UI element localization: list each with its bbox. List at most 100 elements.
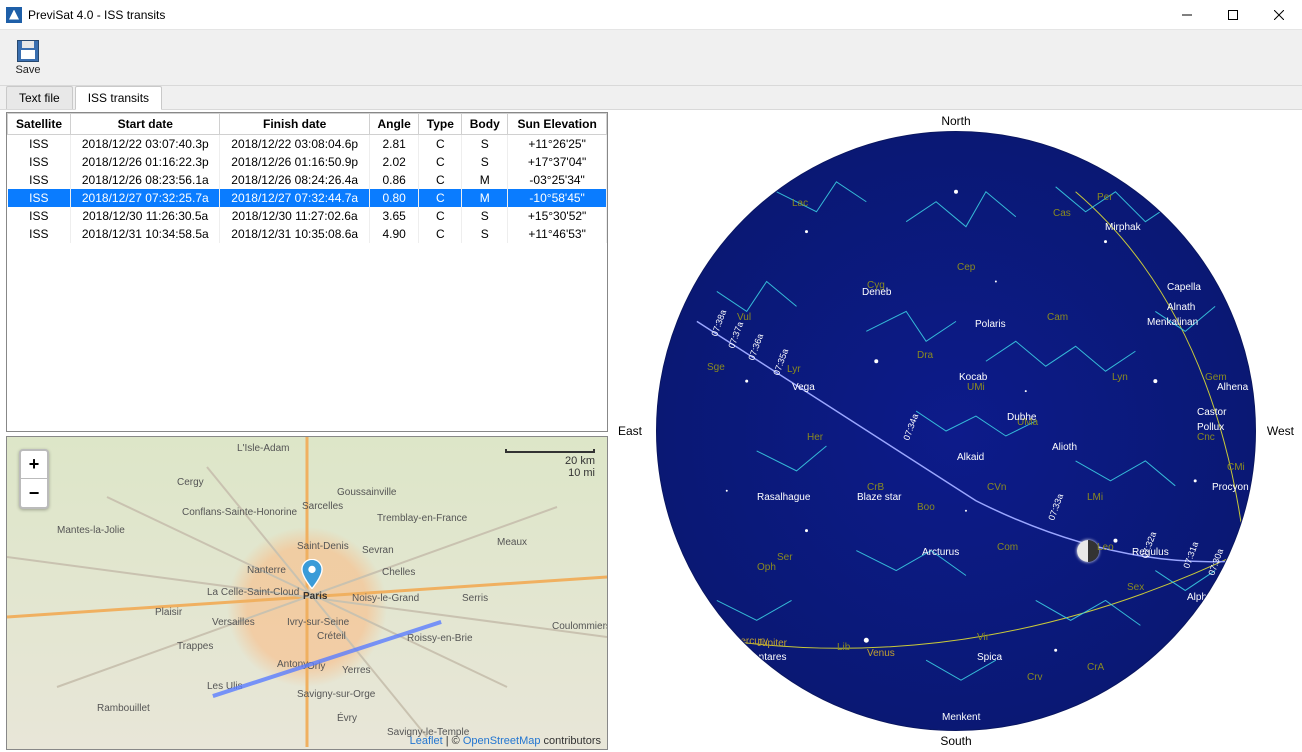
table-row[interactable]: ISS2018/12/31 10:34:58.5a2018/12/31 10:3… [8,225,607,243]
col-6[interactable]: Sun Elevation [508,114,607,135]
zoom-out-button[interactable]: − [21,479,47,507]
constellation-label: Leo [1097,542,1114,553]
constellation-label: Lyn [1112,372,1128,383]
cell-angle: 4.90 [369,225,419,243]
scale-km: 20 km [505,455,595,467]
star-label: Dubhe [1007,412,1036,423]
cell-sun: +17°37'04" [508,153,607,171]
tab-iss-transits[interactable]: ISS transits [75,86,162,110]
cell-start: 2018/12/26 01:16:22.3p [71,153,220,171]
map-city-label: Saint-Denis [297,541,349,552]
constellation-label: Lib [837,642,850,653]
window-title: PreviSat 4.0 - ISS transits [28,8,1164,22]
star-label: Menkent [942,712,980,723]
transits-table[interactable]: SatelliteStart dateFinish dateAngleTypeB… [6,112,608,432]
cell-finish: 2018/12/26 08:24:26.4a [220,171,369,189]
table-row[interactable]: ISS2018/12/30 11:26:30.5a2018/12/30 11:2… [8,207,607,225]
constellation-label: Cep [957,262,975,273]
title-bar: PreviSat 4.0 - ISS transits [0,0,1302,30]
cell-sat: ISS [8,135,71,154]
minimize-button[interactable] [1164,0,1210,30]
col-2[interactable]: Finish date [220,114,369,135]
map-zoom: + − [19,449,49,509]
cell-finish: 2018/12/26 01:16:50.9p [220,153,369,171]
map-city-label: Mantes-la-Jolie [57,525,125,536]
star-label: Polaris [975,319,1006,330]
col-5[interactable]: Body [462,114,508,135]
map-city-label: Évry [337,713,357,724]
star-label: Rasalhague [757,492,810,503]
cell-start: 2018/12/22 03:07:40.3p [71,135,220,154]
table-row[interactable]: ISS2018/12/27 07:32:25.7a2018/12/27 07:3… [8,189,607,207]
star-label: Alkaid [957,452,984,463]
map-city-label: Nanterre [247,565,286,576]
constellation-label: CVn [987,482,1006,493]
cell-body: S [462,153,508,171]
col-3[interactable]: Angle [369,114,419,135]
star-label: Capella [1167,282,1201,293]
table-row[interactable]: ISS2018/12/26 01:16:22.3p2018/12/26 01:1… [8,153,607,171]
map-panel[interactable]: L'Isle-AdamCergyConflans-Sainte-Honorine… [6,436,608,750]
cell-sat: ISS [8,171,71,189]
map-city-label: Plaisir [155,607,182,618]
tab-text-file[interactable]: Text file [6,86,73,109]
zoom-in-button[interactable]: + [21,451,47,479]
map-scale: 20 km 10 mi [505,449,595,479]
cardinal-east: East [618,424,642,438]
leaflet-link[interactable]: Leaflet [410,735,443,747]
osm-link[interactable]: OpenStreetMap [463,735,541,747]
table-row[interactable]: ISS2018/12/26 08:23:56.1a2018/12/26 08:2… [8,171,607,189]
col-4[interactable]: Type [419,114,462,135]
scale-mi: 10 mi [505,467,595,479]
col-1[interactable]: Start date [71,114,220,135]
constellation-label: Her [807,432,823,443]
cell-sun: +15°30'52" [508,207,607,225]
constellation-label: Cam [1047,312,1068,323]
map-city-label: Savigny-sur-Orge [297,689,375,700]
window-controls [1164,0,1302,30]
constellation-label: Boo [917,502,935,513]
cell-angle: 2.81 [369,135,419,154]
star-label: Kocab [959,372,987,383]
cell-sun: -03°25'34" [508,171,607,189]
constellation-label: Crv [1027,672,1043,683]
star-label: Alhena [1217,382,1248,393]
planet-label: Venus [867,648,895,659]
map-city-label: Tremblay-en-France [377,513,467,524]
cell-start: 2018/12/26 08:23:56.1a [71,171,220,189]
map-city-label: Noisy-le-Grand [352,593,419,604]
col-0[interactable]: Satellite [8,114,71,135]
table-row[interactable]: ISS2018/12/22 03:07:40.3p2018/12/22 03:0… [8,135,607,154]
constellation-label: Oph [757,562,776,573]
cardinal-north: North [941,114,970,128]
cell-start: 2018/12/30 11:26:30.5a [71,207,220,225]
constellation-label: Sex [1127,582,1144,593]
cell-sat: ISS [8,189,71,207]
cell-type: C [419,135,462,154]
cell-type: C [419,225,462,243]
star-label: Arcturus [922,547,959,558]
maximize-button[interactable] [1210,0,1256,30]
map-city-label: Meaux [497,537,527,548]
save-button[interactable]: Save [8,38,48,78]
constellation-label: Sge [707,362,725,373]
map-city-label: Sarcelles [302,501,343,512]
cell-sun: +11°46'53" [508,225,607,243]
star-label: Deneb [862,287,891,298]
cell-body: S [462,135,508,154]
cell-angle: 2.02 [369,153,419,171]
close-button[interactable] [1256,0,1302,30]
cell-type: C [419,189,462,207]
cell-sat: ISS [8,207,71,225]
star-label: Mirphak [1105,222,1141,233]
sky-chart[interactable]: North South East West [610,110,1302,752]
map-city-label: Rambouillet [97,703,150,714]
cardinal-south: South [940,734,971,748]
map-marker[interactable] [301,559,323,589]
star-label: Antares [752,652,786,663]
map-city-label: Trappes [177,641,213,652]
star-label: Pollux [1197,422,1224,433]
star-label: Alnath [1167,302,1195,313]
star-label: Menkalinan [1147,317,1198,328]
map-city-label: Versailles [212,617,255,628]
